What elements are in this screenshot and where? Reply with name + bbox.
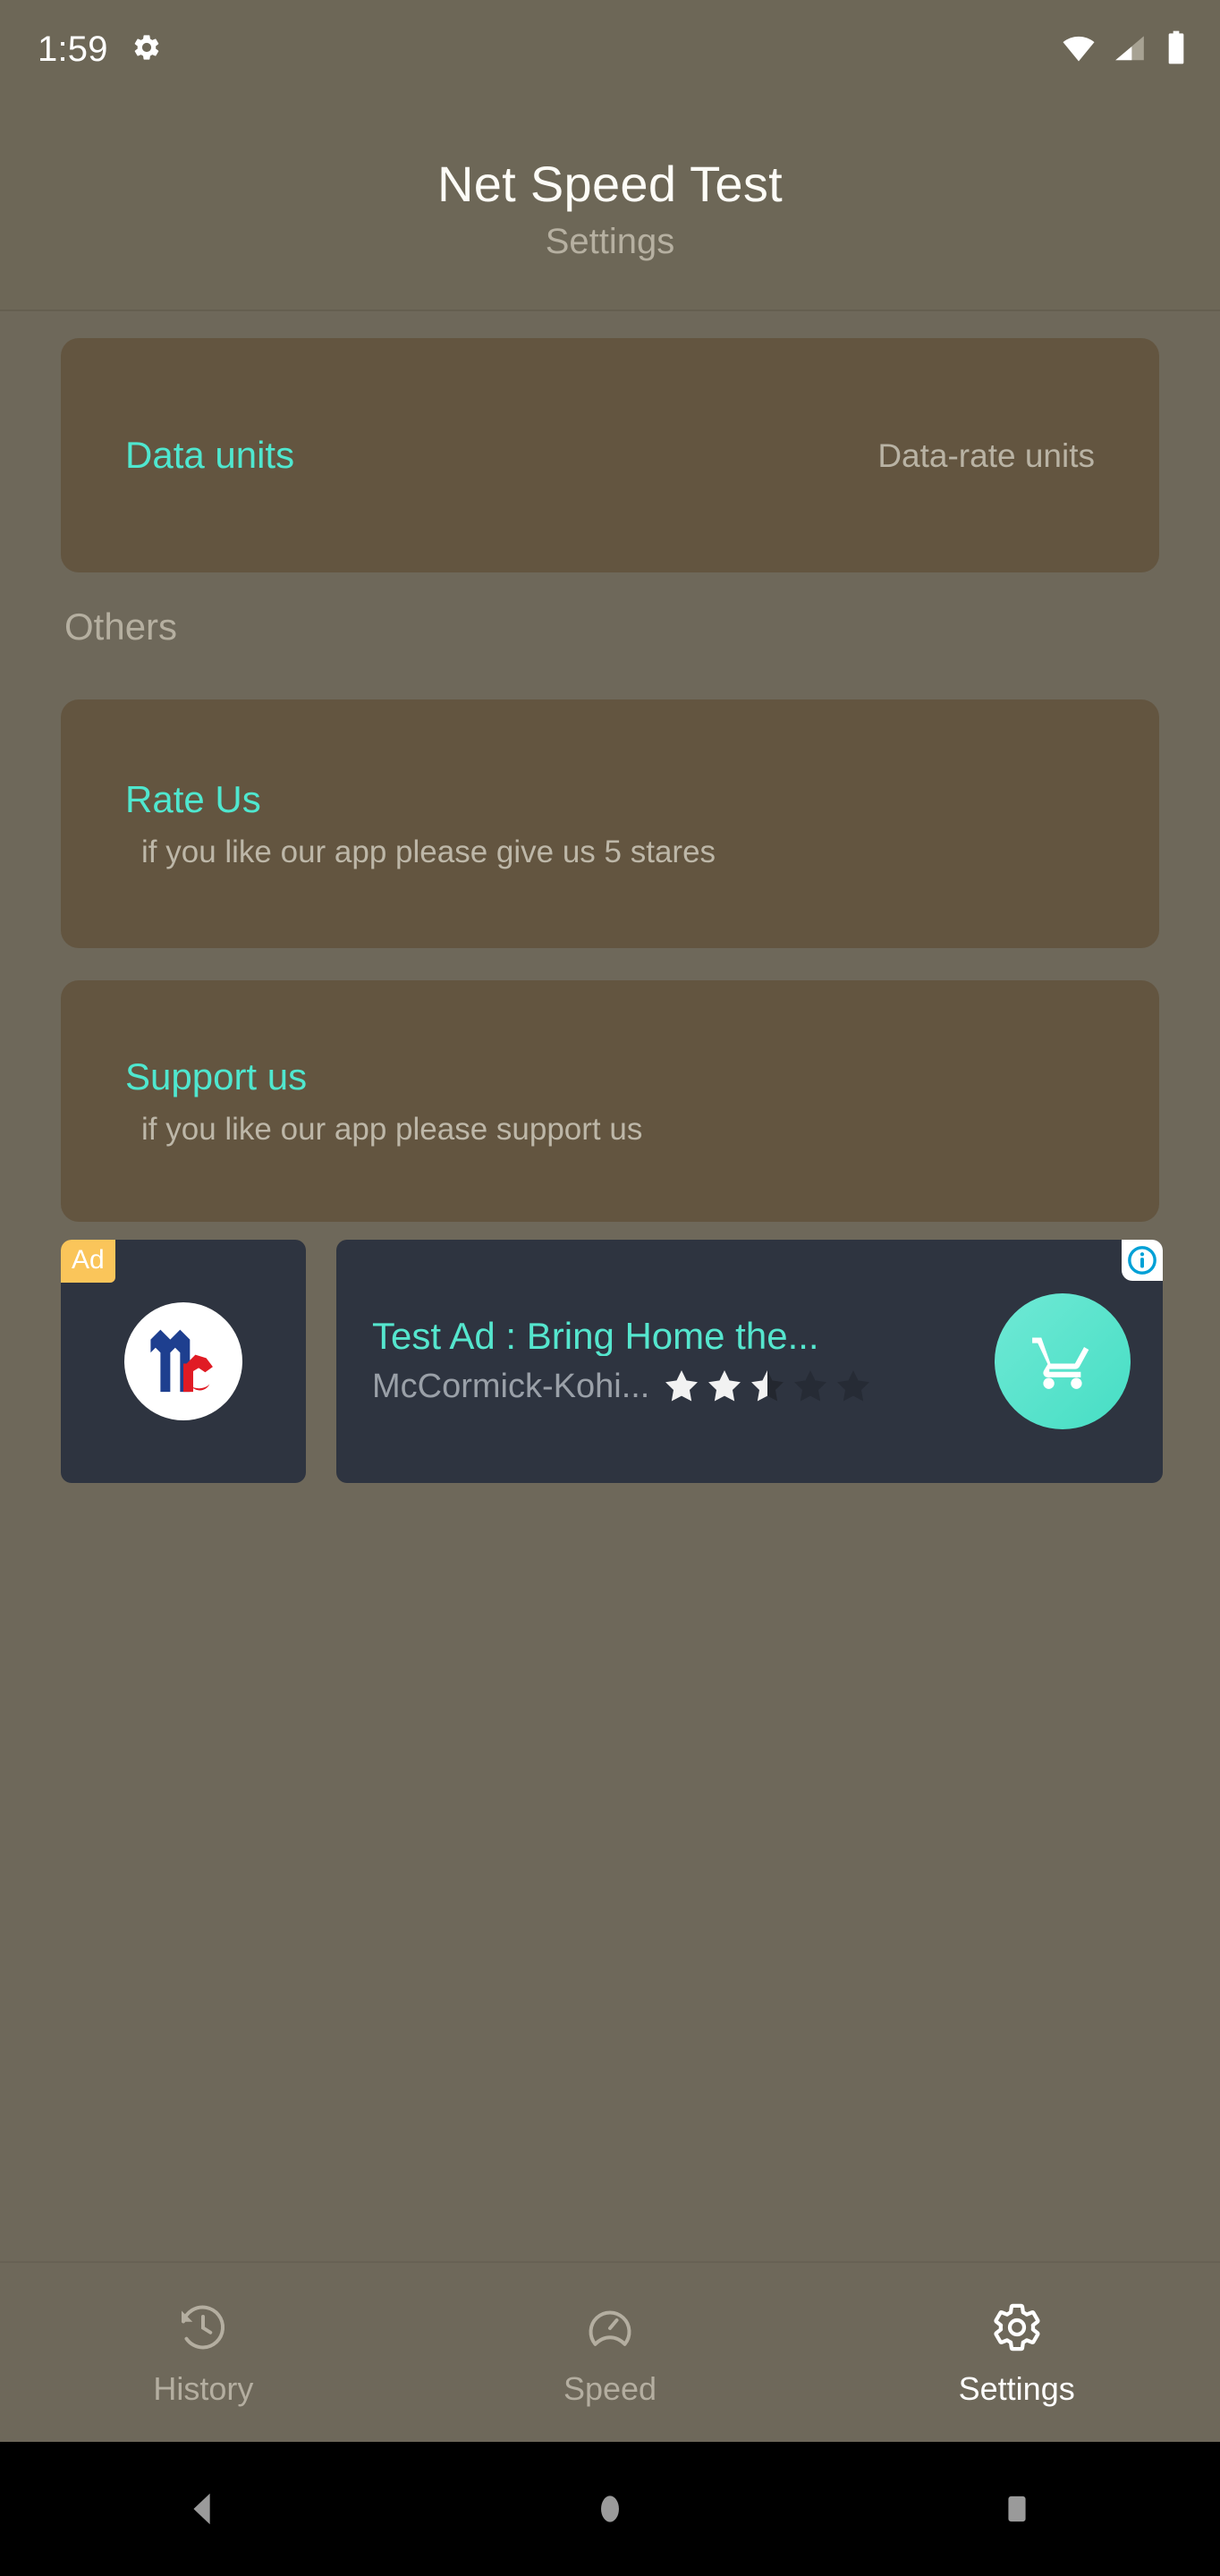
data-units-value: Data-rate units (877, 436, 1095, 474)
nav-label-history: History (153, 2369, 254, 2407)
speedometer-icon (583, 2301, 637, 2359)
status-bar-left: 1:59 (38, 30, 162, 70)
nav-label-settings: Settings (958, 2369, 1075, 2407)
ad-badge: Ad (61, 1240, 115, 1283)
star-full-icon (708, 1370, 741, 1402)
home-circle-icon[interactable] (407, 2488, 814, 2529)
shopping-cart-icon[interactable] (995, 1293, 1131, 1429)
app-header: Net Speed Test Settings (0, 98, 1220, 311)
ad-content[interactable]: Test Ad : Bring Home the... McCormick-Ko… (336, 1240, 1163, 1483)
gear-icon (990, 2301, 1044, 2359)
app-screen: 1:59 Net Speed Test Settings Data units … (0, 0, 1220, 2576)
ad-text-block: Test Ad : Bring Home the... McCormick-Ko… (372, 1317, 979, 1406)
support-us-description: if you like our app please support us (141, 1111, 643, 1147)
nav-label-speed: Speed (563, 2369, 657, 2407)
ad-icon-container[interactable]: Ad (61, 1240, 306, 1483)
star-empty-icon (837, 1370, 870, 1402)
system-navigation-bar (0, 2442, 1220, 2576)
rate-us-label: Rate Us (125, 777, 261, 820)
ad-banner[interactable]: Ad Test Ad: Bring Home the... McCormick… (61, 1240, 1163, 1483)
status-bar-right (1061, 30, 1190, 70)
back-triangle-icon[interactable] (0, 2488, 407, 2529)
status-clock: 1:59 (38, 29, 108, 69)
ad-headline: Test Ad : Bring Home the... (372, 1316, 819, 1357)
history-icon (176, 2301, 230, 2359)
rate-us-description: if you like our app please give us 5 sta… (141, 834, 716, 869)
ad-star-rating (662, 1367, 873, 1406)
star-empty-icon (794, 1370, 827, 1402)
nav-item-history[interactable]: History (0, 2301, 407, 2405)
info-icon[interactable] (1122, 1240, 1163, 1281)
wifi-icon (1061, 30, 1097, 70)
settings-content: Data units Data-rate units Others Rate U… (0, 313, 1220, 2263)
recents-square-icon[interactable] (813, 2488, 1220, 2529)
cellular-signal-icon (1113, 30, 1147, 69)
star-full-icon (665, 1370, 699, 1402)
setting-row-rate-us[interactable]: Rate Us if you like our app please give … (61, 699, 1159, 948)
nav-item-speed[interactable]: Speed (407, 2301, 814, 2405)
gear-icon (131, 32, 162, 67)
setting-row-data-units[interactable]: Data units Data-rate units (61, 338, 1159, 572)
data-units-label: Data units (125, 434, 295, 476)
star-half-icon (751, 1370, 784, 1402)
ad-subline: McCormick-Kohi... (372, 1367, 979, 1406)
section-header-others: Others (64, 606, 178, 648)
setting-row-support-us[interactable]: Support us if you like our app please su… (61, 980, 1159, 1222)
mccormick-logo-icon (124, 1302, 242, 1420)
bottom-navigation: History Speed Settings (0, 2261, 1220, 2442)
battery-icon (1163, 30, 1190, 70)
status-bar: 1:59 (0, 0, 1220, 98)
ad-advertiser: McCormick-Kohi... (372, 1368, 650, 1406)
support-us-label: Support us (125, 1055, 308, 1097)
page-title: Net Speed Test (436, 156, 784, 212)
nav-item-settings[interactable]: Settings (813, 2301, 1220, 2405)
page-subtitle: Settings (545, 222, 675, 261)
